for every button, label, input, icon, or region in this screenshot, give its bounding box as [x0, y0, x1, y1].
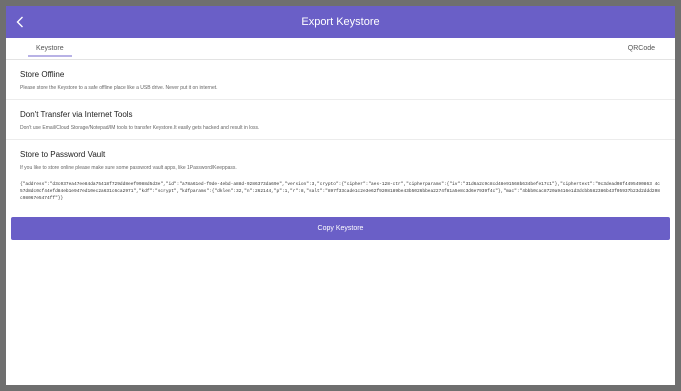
active-tab-indicator [28, 55, 72, 57]
section-description: Please store the Keystore to a safe offl… [20, 85, 218, 91]
copy-keystore-label: Copy Keystore [317, 225, 364, 232]
section-title: Store Offline [20, 70, 65, 79]
chevron-left-icon [16, 16, 23, 28]
back-button[interactable] [16, 6, 24, 38]
section-password-vault: Store to Password Vault If you like to s… [6, 140, 675, 177]
tab-keystore[interactable]: Keystore [28, 38, 72, 59]
section-title: Store to Password Vault [20, 150, 106, 159]
section-description: Don't use Email/Cloud Storage/Notepad/IM… [20, 125, 260, 131]
page-title: Export Keystore [301, 16, 380, 28]
tab-bar: Keystore QRCode [6, 38, 675, 60]
section-no-internet-transfer: Don't Transfer via Internet Tools Don't … [6, 100, 675, 140]
app-header: Export Keystore [6, 6, 675, 38]
export-keystore-screen: Export Keystore Keystore QRCode Store Of… [6, 6, 675, 385]
keystore-json-text: {"address":"d3c037ea47ee84da75418f729dd8… [20, 182, 661, 201]
copy-button-container: Copy Keystore [6, 217, 675, 240]
copy-keystore-button[interactable]: Copy Keystore [11, 217, 670, 240]
tab-qrcode[interactable]: QRCode [628, 38, 655, 59]
tab-qrcode-label: QRCode [627, 45, 655, 52]
tab-keystore-label: Keystore [36, 45, 64, 52]
section-store-offline: Store Offline Please store the Keystore … [6, 60, 675, 100]
section-description: If you like to store online please make … [20, 165, 237, 171]
section-title: Don't Transfer via Internet Tools [20, 110, 133, 119]
